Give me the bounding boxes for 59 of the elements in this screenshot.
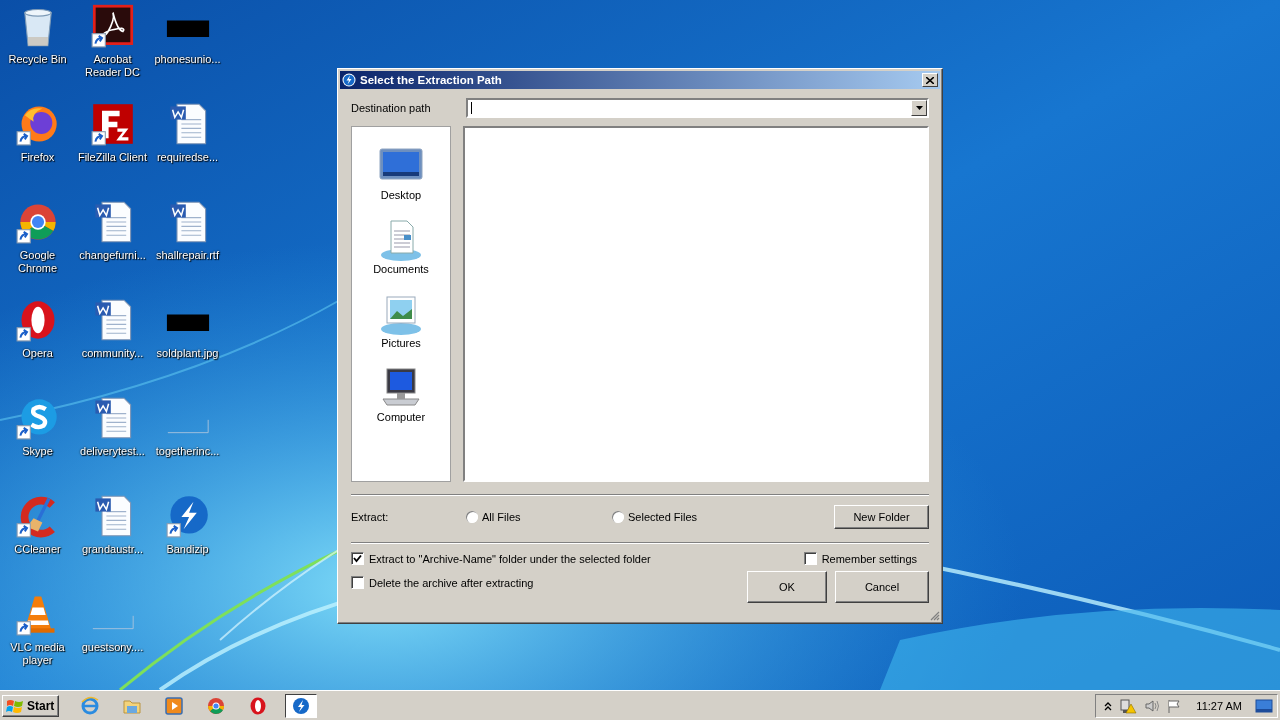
radio-label[interactable]: Selected Files — [628, 511, 698, 523]
icon-label[interactable]: Recycle Bin — [8, 53, 67, 66]
checkbox[interactable] — [351, 552, 364, 565]
taskbar-button[interactable] — [285, 693, 318, 718]
chat-app-icon[interactable] — [15, 396, 60, 440]
speaker-icon[interactable] — [1144, 698, 1161, 713]
resize-grip-icon[interactable] — [929, 610, 940, 621]
archiver-icon — [291, 695, 312, 716]
icon-label[interactable]: FileZilla Client — [77, 151, 148, 164]
destination-combo-box[interactable] — [466, 98, 929, 118]
icon-label[interactable]: soldplant.jpg — [156, 347, 219, 360]
media-player-icon — [164, 695, 185, 716]
place-item[interactable]: Desktop — [378, 189, 424, 201]
network-warning-icon[interactable] — [1119, 697, 1138, 714]
browser-icon — [206, 695, 227, 716]
pdf-reader-icon[interactable] — [90, 4, 135, 48]
radio-label[interactable]: All Files — [482, 511, 521, 523]
archiver-icon[interactable] — [165, 494, 210, 538]
icon-label[interactable]: Firefox — [20, 151, 55, 164]
place-item[interactable]: Computer — [374, 411, 428, 423]
ftp-client-icon[interactable] — [90, 102, 135, 146]
flag-icon[interactable] — [1167, 698, 1182, 713]
checkbox-label[interactable]: Delete the archive after extracting — [369, 576, 534, 589]
windows-logo-icon — [6, 697, 24, 714]
icon-label[interactable]: Skype — [22, 445, 53, 458]
icon-label[interactable]: CCleaner — [14, 543, 61, 556]
icon-label[interactable]: requiredse... — [156, 151, 219, 164]
cancel-button[interactable]: Cancel — [835, 571, 929, 603]
checkbox[interactable] — [351, 576, 364, 589]
browser-icon — [80, 695, 101, 716]
field-label: Destination path — [351, 102, 432, 114]
icon-label[interactable]: community... — [81, 347, 144, 360]
close-button[interactable] — [922, 73, 938, 87]
radio-button[interactable] — [466, 511, 478, 523]
icon-label[interactable]: phonesunio... — [154, 53, 221, 66]
chevron-up-icon[interactable] — [1104, 700, 1113, 711]
icon-label[interactable]: deliverytest... — [80, 445, 145, 458]
start-button[interactable]: Start — [2, 694, 60, 717]
show-desktop-icon[interactable] — [1255, 698, 1273, 713]
icon-label[interactable]: changefurni... — [79, 249, 146, 262]
extract-label: Extract: — [351, 511, 390, 523]
radio-button[interactable] — [612, 511, 624, 523]
close-icon — [926, 76, 934, 84]
icon-label[interactable]: Acrobat Reader DC — [75, 53, 150, 79]
icon-label[interactable]: Google Chrome — [0, 249, 75, 275]
check-icon — [353, 554, 362, 563]
app-logo-icon — [342, 73, 356, 87]
icon-label[interactable]: shallrepair.rtf — [156, 249, 219, 262]
checkbox-label[interactable]: Extract to "Archive-Name" folder under the selected folder — [369, 552, 651, 565]
dropdown-arrow-icon — [915, 106, 923, 110]
place-item[interactable]: Pictures — [379, 337, 423, 349]
clock[interactable]: 11:27 AM — [1196, 699, 1242, 712]
checkbox[interactable] — [803, 552, 817, 565]
window-title: Select the Extraction Path — [360, 74, 503, 86]
place-item[interactable]: Documents — [371, 263, 431, 275]
icon-label[interactable]: Opera — [22, 347, 53, 360]
new-folder-button[interactable]: New Folder — [834, 505, 929, 529]
checkbox-label[interactable]: Remember settings — [821, 552, 917, 565]
ok-button[interactable]: OK — [747, 571, 827, 603]
